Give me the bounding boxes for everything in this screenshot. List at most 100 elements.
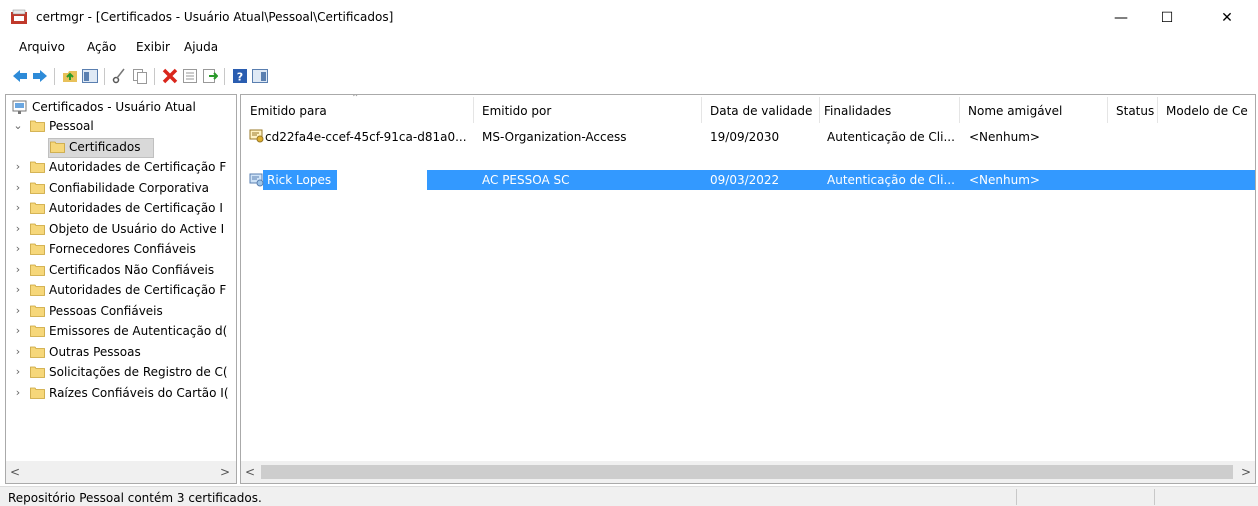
tree-item-label: Emissores de Autenticação d(	[49, 324, 228, 338]
tree-root[interactable]: Certificados - Usuário Atual	[8, 98, 236, 118]
help-icon[interactable]: ?	[232, 68, 248, 84]
back-icon[interactable]	[12, 68, 28, 84]
column-header-status[interactable]: Status	[1107, 95, 1157, 125]
chevron-right-icon[interactable]: ›	[12, 243, 24, 255]
chevron-right-icon[interactable]: ›	[12, 161, 24, 173]
tree-item[interactable]: ⌄ Pessoal	[8, 117, 236, 137]
column-header-template[interactable]: Modelo de Ce	[1157, 95, 1255, 125]
tree-item[interactable]: › Autoridades de Certificação I	[8, 199, 236, 219]
scroll-thumb[interactable]	[261, 465, 1233, 479]
chevron-right-icon[interactable]: ›	[12, 202, 24, 214]
scroll-left-arrow-icon[interactable]: <	[241, 461, 259, 483]
copy-icon[interactable]	[132, 68, 148, 84]
column-header-issued-to[interactable]: ⌃ Emitido para	[241, 95, 473, 125]
column-header-friendly-name[interactable]: Nome amigável	[959, 95, 1107, 125]
chevron-right-icon[interactable]: ›	[12, 366, 24, 378]
tree-item[interactable]: › Certificados Não Confiáveis	[8, 261, 236, 281]
column-header-issued-by[interactable]: Emitido por	[473, 95, 701, 125]
tree-item[interactable]: › Autoridades de Certificação F	[8, 158, 236, 178]
folder-icon	[30, 325, 45, 337]
up-folder-icon[interactable]	[62, 68, 78, 84]
svg-text:?: ?	[237, 71, 243, 84]
cell-issued-to: cd22fa4e-ccef-45cf-91ca-d81a0...	[265, 130, 467, 144]
cell-expiration: 09/03/2022	[710, 173, 780, 187]
tree-item-label: Confiabilidade Corporativa	[49, 180, 210, 195]
certmgr-app-icon	[11, 9, 27, 24]
tree-horizontal-scrollbar[interactable]: < >	[6, 461, 236, 483]
view-icon[interactable]	[252, 68, 268, 84]
tree-item-label: Outras Pessoas	[49, 344, 141, 359]
properties-icon[interactable]	[182, 68, 198, 84]
chevron-right-icon[interactable]: ›	[12, 304, 24, 317]
toolbar-separator	[154, 68, 155, 85]
title-bar: certmgr - [Certificados - Usuário Atual\…	[0, 0, 1258, 36]
scroll-left-arrow-icon[interactable]: <	[6, 461, 24, 483]
menu-ajuda[interactable]: Ajuda	[184, 40, 218, 54]
certificate-icon	[249, 129, 264, 143]
folder-icon	[30, 182, 45, 194]
toolbar-separator	[104, 68, 105, 85]
cut-icon[interactable]	[112, 68, 128, 84]
chevron-right-icon[interactable]: ›	[12, 325, 24, 337]
menu-exibir[interactable]: Exibir	[136, 40, 170, 54]
chevron-down-icon[interactable]: ⌄	[12, 120, 24, 132]
tree-item[interactable]: › Solicitações de Registro de C(	[8, 363, 236, 383]
tree-item[interactable]: › Objeto de Usuário do Active I	[8, 220, 236, 240]
tree-root-label: Certificados - Usuário Atual	[32, 100, 196, 114]
delete-icon[interactable]	[162, 68, 178, 84]
folder-icon	[30, 366, 45, 378]
status-text: Repositório Pessoal contém 3 certificado…	[8, 491, 262, 505]
folder-icon	[30, 202, 45, 214]
tree-item-label: Autoridades de Certificação F	[49, 160, 227, 174]
folder-icon	[30, 284, 45, 296]
console-tree[interactable]: Certificados - Usuário Atual ⌄ Pessoal Cer…	[5, 94, 237, 484]
tree-item-label: Autoridades de Certificação I	[49, 201, 223, 215]
chevron-right-icon[interactable]: ›	[12, 181, 24, 194]
sort-ascending-icon: ⌃	[351, 94, 360, 104]
tree-item[interactable]: › Pessoas Confiáveis	[8, 302, 236, 322]
scroll-right-arrow-icon[interactable]: >	[1237, 461, 1255, 483]
status-divider	[1016, 489, 1017, 505]
tree-item-label: Fornecedores Confiáveis	[49, 242, 196, 256]
menu-arquivo[interactable]: Arquivo	[19, 40, 65, 54]
menu-bar: Arquivo Ação Exibir Ajuda	[0, 36, 1258, 58]
cell-issued-by: MS-Organization-Access	[482, 130, 627, 144]
tree-item-label: Autoridades de Certificação F	[49, 283, 227, 297]
toolbar-separator	[54, 68, 55, 85]
list-horizontal-scrollbar[interactable]: < >	[241, 461, 1255, 483]
tree-item[interactable]: Certificados	[8, 137, 236, 158]
cell-issued-by: AC PESSOA SC	[482, 173, 570, 187]
close-button[interactable]: ✕	[1204, 0, 1250, 36]
tree-item[interactable]: › Fornecedores Confiáveis	[8, 240, 236, 260]
chevron-right-icon[interactable]: ›	[12, 284, 24, 296]
certificate-list[interactable]: ⌃ Emitido para Emitido por Data de valid…	[240, 94, 1256, 484]
status-bar: Repositório Pessoal contém 3 certificado…	[0, 486, 1258, 506]
status-divider	[1154, 489, 1155, 505]
scroll-right-arrow-icon[interactable]: >	[216, 461, 234, 483]
tree-item[interactable]: › Emissores de Autenticação d(	[8, 322, 236, 342]
tree-item[interactable]: › Outras Pessoas	[8, 343, 236, 363]
folder-icon	[50, 141, 65, 153]
cell-purposes: Autenticação de Cli...	[827, 173, 955, 187]
window-title: certmgr - [Certificados - Usuário Atual\…	[36, 10, 394, 24]
chevron-right-icon[interactable]: ›	[12, 222, 24, 235]
cell-friendly-name: <Nenhum>	[969, 130, 1040, 144]
maximize-button[interactable]: ☐	[1144, 0, 1190, 36]
certificate-icon	[249, 173, 264, 187]
show-tree-icon[interactable]	[82, 68, 98, 84]
tree-item[interactable]: › Confiabilidade Corporativa	[8, 179, 236, 199]
column-header-purposes[interactable]: Finalidades	[819, 95, 959, 125]
menu-acao[interactable]: Ação	[87, 40, 116, 54]
tree-item[interactable]: › Autoridades de Certificação F	[8, 281, 236, 301]
chevron-right-icon[interactable]: ›	[12, 386, 24, 399]
minimize-button[interactable]: —	[1098, 0, 1144, 36]
chevron-right-icon[interactable]: ›	[12, 263, 24, 276]
tree-item-label: Raízes Confiáveis do Cartão I(	[49, 385, 229, 400]
tree-item[interactable]: › Raízes Confiáveis do Cartão I(	[8, 384, 236, 404]
folder-icon	[30, 120, 45, 132]
forward-icon[interactable]	[32, 68, 48, 84]
export-icon[interactable]	[202, 68, 218, 84]
column-header-expiration[interactable]: Data de validade	[701, 95, 819, 125]
chevron-right-icon[interactable]: ›	[12, 345, 24, 358]
folder-icon	[30, 346, 45, 358]
